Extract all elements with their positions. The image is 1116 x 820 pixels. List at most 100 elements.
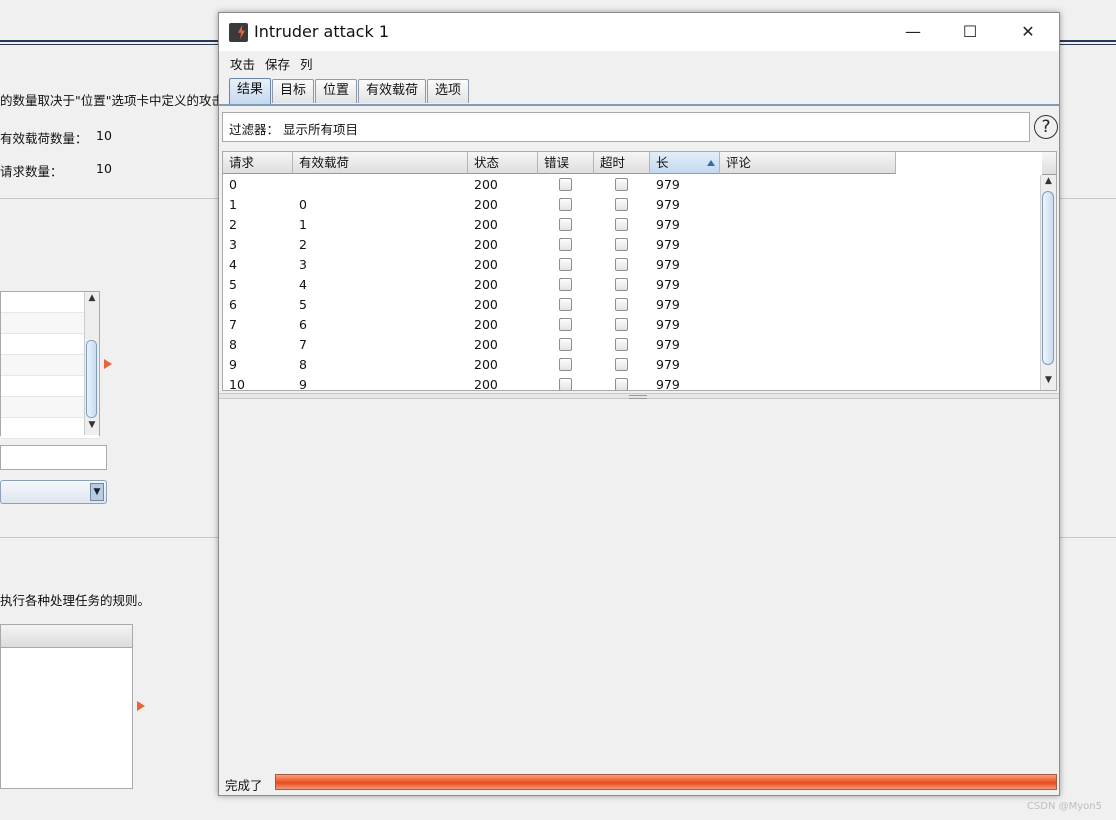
error-checkbox[interactable] — [559, 238, 572, 251]
cell-length: 979 — [656, 197, 680, 212]
cell-status: 200 — [474, 217, 498, 232]
cell-length: 979 — [656, 177, 680, 192]
column-header-length[interactable]: 长 — [650, 152, 720, 174]
positions-description: 的数量取决于"位置"选项卡中定义的攻击 — [0, 93, 224, 108]
error-checkbox[interactable] — [559, 258, 572, 271]
column-header-error[interactable]: 错误 — [538, 152, 594, 174]
table-row[interactable]: 1 0 200 979 — [223, 195, 1042, 215]
timeout-checkbox[interactable] — [615, 178, 628, 191]
error-checkbox[interactable] — [559, 378, 572, 390]
column-header-status[interactable]: 状态 — [468, 152, 538, 174]
cell-status: 200 — [474, 337, 498, 352]
scroll-thumb[interactable] — [86, 340, 97, 418]
cell-length: 979 — [656, 317, 680, 332]
cell-request: 3 — [229, 237, 237, 252]
table-row[interactable]: 7 6 200 979 — [223, 315, 1042, 335]
column-header-timeout[interactable]: 超时 — [594, 152, 650, 174]
filter-bar[interactable]: 过滤器： 显示所有项目 — [222, 112, 1030, 142]
menu-bar: 攻击 保存 列 — [219, 51, 1059, 74]
sort-ascending-icon — [707, 160, 715, 166]
progress-fill — [276, 775, 1056, 789]
cell-payload: 4 — [299, 277, 307, 292]
table-row[interactable]: 4 3 200 979 — [223, 255, 1042, 275]
table-row[interactable]: 6 5 200 979 — [223, 295, 1042, 315]
table-row[interactable]: 3 2 200 979 — [223, 235, 1042, 255]
timeout-checkbox[interactable] — [615, 358, 628, 371]
scroll-down-arrow-icon[interactable]: ▼ — [85, 420, 99, 430]
cell-length: 979 — [656, 337, 680, 352]
cell-length: 979 — [656, 217, 680, 232]
expand-arrow-icon[interactable] — [104, 359, 112, 369]
cell-length: 979 — [656, 277, 680, 292]
timeout-checkbox[interactable] — [615, 378, 628, 390]
help-icon[interactable]: ? — [1034, 115, 1058, 139]
expand-arrow-icon[interactable] — [137, 701, 145, 711]
payload-type-combo[interactable]: ▼ — [0, 480, 107, 504]
column-header-payload[interactable]: 有效载荷 — [293, 152, 468, 174]
tab-positions[interactable]: 位置 — [315, 79, 357, 103]
error-checkbox[interactable] — [559, 198, 572, 211]
close-button[interactable]: ✕ — [999, 13, 1057, 51]
tab-target[interactable]: 目标 — [272, 79, 314, 103]
error-checkbox[interactable] — [559, 358, 572, 371]
tab-options[interactable]: 选项 — [427, 79, 469, 103]
error-checkbox[interactable] — [559, 298, 572, 311]
burp-logo-icon — [229, 23, 248, 42]
scroll-up-arrow-icon[interactable]: ▲ — [85, 293, 99, 303]
table-row[interactable]: 5 4 200 979 — [223, 275, 1042, 295]
timeout-checkbox[interactable] — [615, 338, 628, 351]
error-checkbox[interactable] — [559, 278, 572, 291]
scroll-up-arrow-icon[interactable]: ▲ — [1041, 176, 1056, 186]
splitter-grip-icon[interactable] — [629, 395, 647, 399]
payload-add-input[interactable] — [0, 445, 107, 470]
tab-results[interactable]: 结果 — [229, 78, 271, 104]
pane-splitter[interactable] — [219, 393, 1059, 399]
menu-attack[interactable]: 攻击 — [230, 54, 255, 73]
list-scrollbar[interactable]: ▲ ▼ — [84, 292, 99, 435]
timeout-checkbox[interactable] — [615, 198, 628, 211]
column-header-length-label: 长 — [656, 155, 669, 170]
error-checkbox[interactable] — [559, 338, 572, 351]
menu-columns[interactable]: 列 — [300, 54, 313, 73]
column-header-comment[interactable]: 评论 — [720, 152, 896, 174]
chevron-down-icon[interactable]: ▼ — [90, 483, 104, 501]
error-checkbox[interactable] — [559, 178, 572, 191]
menu-save[interactable]: 保存 — [265, 54, 290, 73]
minimize-button[interactable]: — — [884, 13, 942, 51]
timeout-checkbox[interactable] — [615, 238, 628, 251]
table-row[interactable]: 9 8 200 979 — [223, 355, 1042, 375]
timeout-checkbox[interactable] — [615, 278, 628, 291]
maximize-button[interactable]: ☐ — [941, 13, 999, 51]
cell-status: 200 — [474, 177, 498, 192]
tab-payloads[interactable]: 有效载荷 — [358, 79, 426, 103]
cell-status: 200 — [474, 237, 498, 252]
results-scrollbar[interactable]: ▲ ▼ — [1040, 175, 1056, 390]
cell-status: 200 — [474, 377, 498, 391]
table-row[interactable]: 8 7 200 979 — [223, 335, 1042, 355]
status-label: 完成了 — [225, 778, 263, 793]
cell-payload: 9 — [299, 377, 307, 391]
timeout-checkbox[interactable] — [615, 298, 628, 311]
processing-rules-text: 执行各种处理任务的规则。 — [0, 593, 151, 608]
table-row[interactable]: 2 1 200 979 — [223, 215, 1042, 235]
error-checkbox[interactable] — [559, 218, 572, 231]
timeout-checkbox[interactable] — [615, 218, 628, 231]
table-row[interactable]: 10 9 200 979 — [223, 375, 1042, 391]
cell-payload: 0 — [299, 197, 307, 212]
timeout-checkbox[interactable] — [615, 318, 628, 331]
cell-request: 8 — [229, 337, 237, 352]
cell-request: 2 — [229, 217, 237, 232]
title-bar[interactable]: Intruder attack 1 — ☐ ✕ — [219, 13, 1059, 51]
column-header-request[interactable]: 请求 — [223, 152, 293, 174]
processing-rules-table[interactable] — [0, 624, 133, 789]
payload-options-list[interactable]: ▲ ▼ — [0, 291, 100, 439]
cell-length: 979 — [656, 257, 680, 272]
cell-length: 979 — [656, 357, 680, 372]
scroll-thumb[interactable] — [1042, 191, 1054, 365]
error-checkbox[interactable] — [559, 318, 572, 331]
table-row[interactable]: 0 200 979 — [223, 175, 1042, 195]
timeout-checkbox[interactable] — [615, 258, 628, 271]
tab-underline — [219, 104, 1059, 106]
scroll-down-arrow-icon[interactable]: ▼ — [1041, 375, 1056, 385]
request-count-value: 10 — [96, 161, 112, 176]
